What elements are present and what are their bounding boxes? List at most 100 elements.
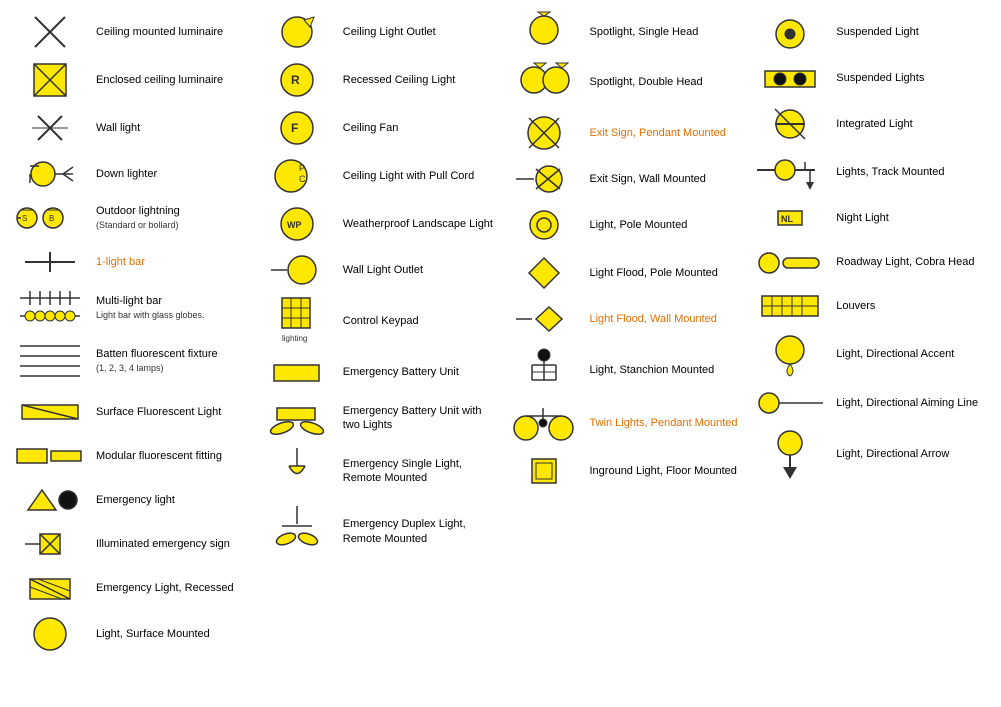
column-2: Ceiling Light Outlet R Recessed Ceiling … [255, 8, 500, 699]
label-wall-light: Wall light [90, 121, 251, 135]
symbol-row: Light, Stanchion Mounted [502, 341, 747, 399]
symbol-emergency-light [10, 485, 90, 515]
label-suspended-lights: Suspended Lights [830, 71, 991, 85]
label-modular-fluorescent: Modular fluorescent fitting [90, 449, 251, 463]
label-spotlight-single: Spotlight, Single Head [584, 25, 745, 39]
symbol-night-light: NL [750, 203, 830, 233]
symbol-row: R Recessed Ceiling Light [255, 56, 500, 104]
symbol-row: Suspended Light [748, 8, 993, 56]
symbol-row: Down lighter [8, 152, 253, 196]
label-exit-wall: Exit Sign, Wall Mounted [584, 172, 745, 186]
label-inground: Inground Light, Floor Mounted [584, 464, 745, 478]
label-night-light: Night Light [830, 211, 991, 225]
column-3: Spotlight, Single Head Spotlight, Double… [502, 8, 747, 699]
label-exit-pendant: Exit Sign, Pendant Mounted [584, 126, 745, 140]
symbol-weatherproof: WP [257, 204, 337, 244]
symbol-spotlight-double [504, 60, 584, 105]
symbol-row: Ceiling mounted luminaire [8, 8, 253, 56]
label-stanchion: Light, Stanchion Mounted [584, 363, 745, 377]
label-directional-aiming: Light, Directional Aiming Line [830, 396, 991, 410]
label-light-pole: Light, Pole Mounted [584, 218, 745, 232]
symbol-row: Lights, Track Mounted [748, 148, 993, 196]
symbol-row: Twin Lights, Pendant Mounted [502, 399, 747, 447]
symbol-outdoor-lightning: S B [10, 203, 90, 233]
symbol-ceiling-mounted [10, 12, 90, 52]
label-multi-light-bar: Multi-light bar Light bar with glass glo… [90, 294, 251, 323]
symbol-inground [504, 451, 584, 491]
symbol-surface-fluorescent [10, 397, 90, 427]
label-ceiling-pullcord: Ceiling Light with Pull Cord [337, 169, 498, 183]
symbol-modular-fluorescent [10, 441, 90, 471]
symbol-spotlight-single [504, 12, 584, 52]
label-emergency-duplex: Emergency Duplex Light, Remote Mounted [337, 517, 498, 546]
label-recessed-ceiling: Recessed Ceiling Light [337, 73, 498, 87]
symbol-row: Integrated Light [748, 100, 993, 148]
label-weatherproof: Weatherproof Landscape Light [337, 217, 498, 231]
svg-text:F: F [291, 121, 298, 135]
label-directional-accent: Light, Directional Accent [830, 347, 991, 361]
symbol-row: Suspended Lights [748, 56, 993, 100]
symbol-row: Light, Directional Arrow [748, 425, 993, 483]
label-emergency-battery-two: Emergency Battery Unit with two Lights [337, 404, 498, 433]
label-batten-fluorescent: Batten fluorescent fixture (1, 2, 3, 4 l… [90, 347, 251, 376]
symbol-wall-light-outlet [257, 253, 337, 288]
symbol-row: lighting Control Keypad [255, 292, 500, 350]
symbol-exit-pendant [504, 113, 584, 153]
symbol-twin-lights [504, 403, 584, 443]
label-enclosed-ceiling: Enclosed ceiling luminaire [90, 73, 251, 87]
symbol-exit-wall [504, 164, 584, 194]
symbol-flood-wall [504, 302, 584, 337]
label-suspended-light: Suspended Light [830, 25, 991, 39]
symbol-row: Batten fluorescent fixture (1, 2, 3, 4 l… [8, 332, 253, 390]
symbol-row: Surface Fluorescent Light [8, 390, 253, 434]
symbol-emergency-battery-two [257, 398, 337, 438]
label-emergency-light: Emergency light [90, 493, 251, 507]
svg-text:lighting: lighting [282, 334, 307, 343]
label-illuminated-emergency: Illuminated emergency sign [90, 537, 251, 551]
column-1: Ceiling mounted luminaire Enclosed ceili… [8, 8, 253, 699]
symbol-row: Emergency Single Light, Remote Mounted [255, 442, 500, 500]
svg-text:C: C [299, 174, 306, 184]
symbol-row: Emergency Duplex Light, Remote Mounted [255, 500, 500, 563]
symbol-row: Light Flood, Wall Mounted [502, 297, 747, 341]
symbol-multi-light-bar [10, 288, 90, 328]
symbol-batten-fluorescent [10, 336, 90, 386]
label-integrated-light: Integrated Light [830, 117, 991, 131]
symbol-suspended-lights [750, 63, 830, 93]
symbol-row: F Ceiling Fan [255, 104, 500, 152]
symbol-row: Modular fluorescent fitting [8, 434, 253, 478]
svg-text:WP: WP [287, 220, 302, 230]
symbol-row: Spotlight, Single Head [502, 8, 747, 56]
symbol-louvers [750, 291, 830, 321]
label-ceiling-mounted: Ceiling mounted luminaire [90, 25, 251, 39]
label-control-keypad: Control Keypad [337, 314, 498, 328]
symbol-row: Illuminated emergency sign [8, 522, 253, 566]
symbol-row: Light, Surface Mounted [8, 610, 253, 658]
symbol-down-lighter [10, 159, 90, 189]
symbol-row: Louvers [748, 284, 993, 328]
symbol-row: Light, Directional Accent [748, 328, 993, 381]
label-ceiling-fan: Ceiling Fan [337, 121, 498, 135]
symbol-row: NL Night Light [748, 196, 993, 240]
symbol-enclosed-ceiling [10, 60, 90, 100]
symbol-1-light-bar [10, 247, 90, 277]
symbol-flood-pole [504, 253, 584, 293]
symbol-row: Wall light [8, 104, 253, 152]
page: Ceiling mounted luminaire Enclosed ceili… [0, 0, 1001, 707]
column-4: Suspended Light Suspended Lights [748, 8, 993, 699]
symbol-emergency-recessed [10, 571, 90, 606]
symbol-row: Light, Pole Mounted [502, 201, 747, 249]
label-flood-pole: Light Flood, Pole Mounted [584, 266, 745, 280]
symbol-row: Light Flood, Pole Mounted [502, 249, 747, 297]
symbol-integrated-light [750, 104, 830, 144]
symbol-row: Enclosed ceiling luminaire [8, 56, 253, 104]
symbol-cobra-head [750, 250, 830, 275]
symbol-row: Inground Light, Floor Mounted [502, 447, 747, 495]
symbol-illuminated-emergency [10, 529, 90, 559]
symbol-row: Multi-light bar Light bar with glass glo… [8, 284, 253, 332]
symbol-row: Emergency light [8, 478, 253, 522]
label-ceiling-light-outlet: Ceiling Light Outlet [337, 25, 498, 39]
label-1-light-bar: 1-light bar [90, 255, 251, 269]
symbol-stanchion [504, 345, 584, 395]
symbol-row: S B Outdoor lightning (Standard or bolla… [8, 196, 253, 240]
